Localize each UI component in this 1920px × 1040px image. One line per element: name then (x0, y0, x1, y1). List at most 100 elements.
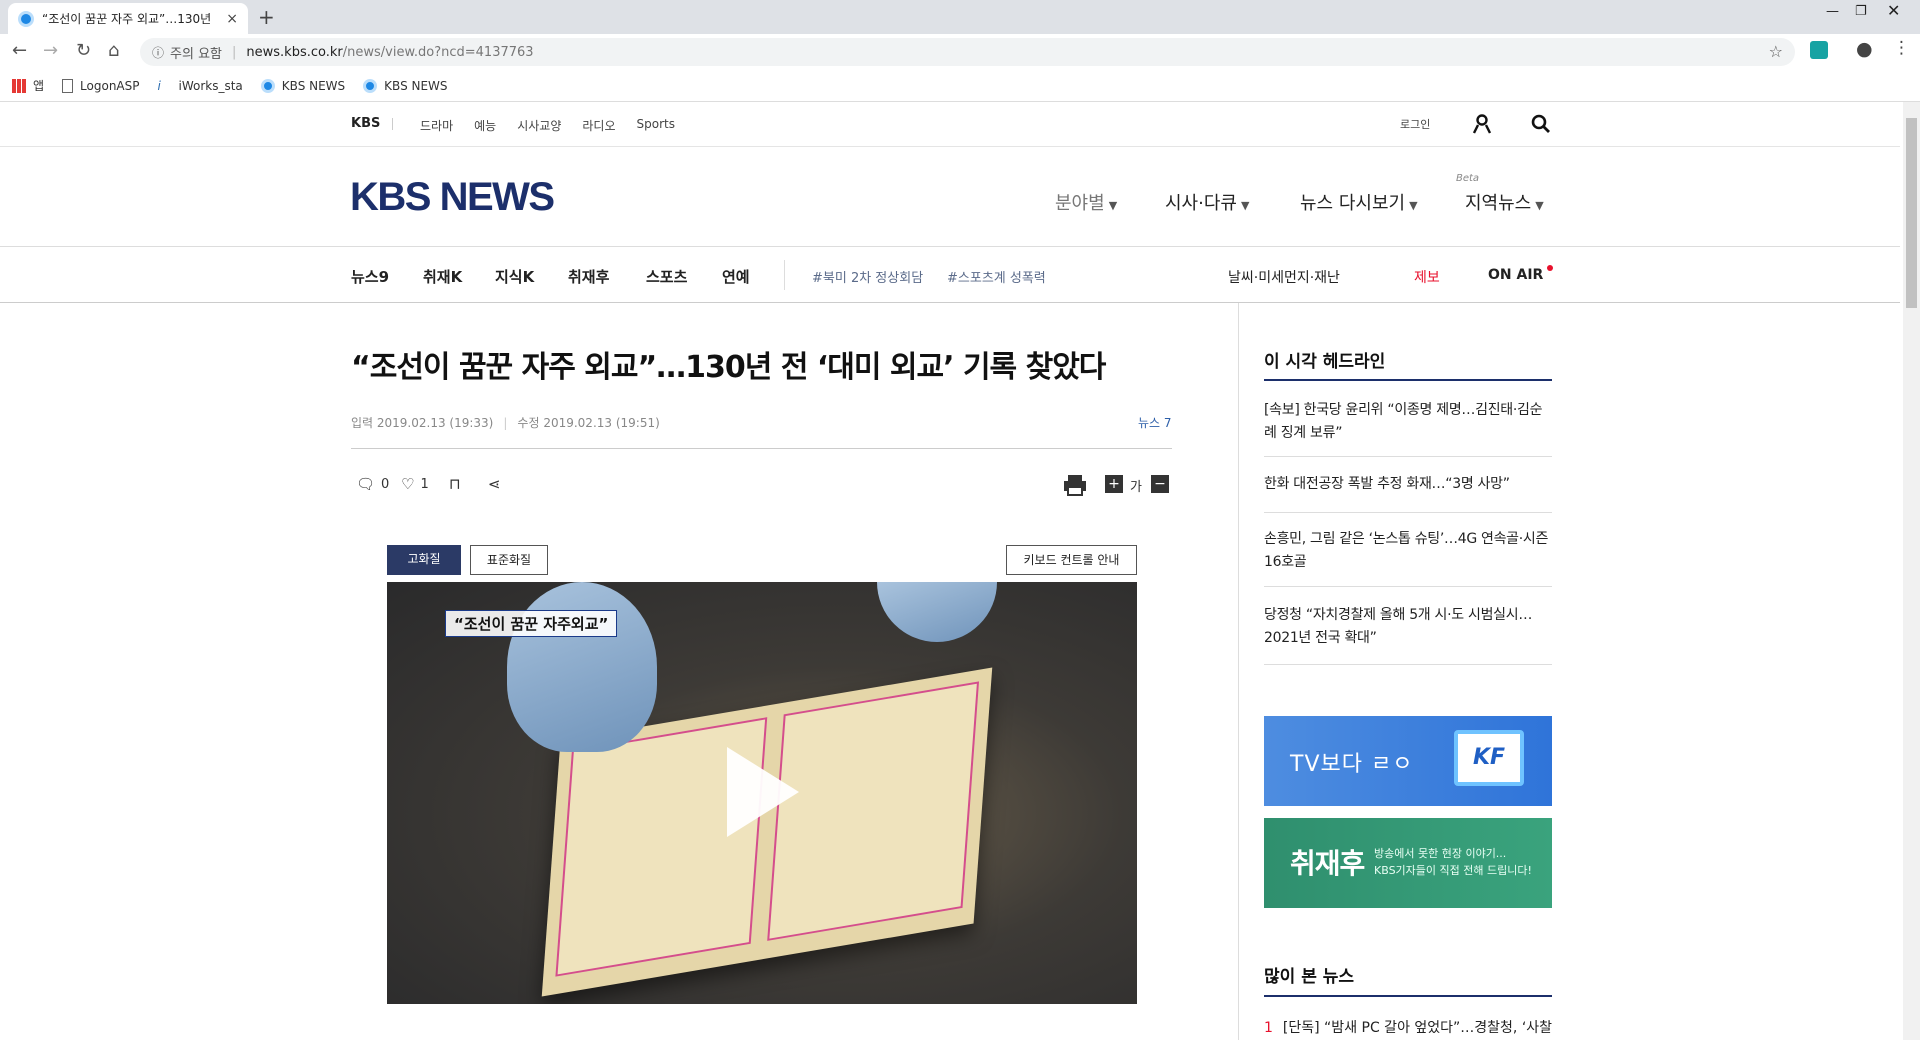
comment-button[interactable]: 🗨 0 (356, 475, 389, 493)
browser-tab[interactable]: “조선이 꿈꾼 자주 외교”…130년 × (8, 3, 248, 34)
subnav-entertainment[interactable]: 연예 (722, 266, 750, 287)
user-icon[interactable] (1472, 114, 1492, 134)
hashtag-sports-abuse[interactable]: #스포츠계 성폭력 (947, 267, 1046, 286)
link-sports[interactable]: Sports (637, 117, 675, 134)
nav-news-replay[interactable]: 뉴스 다시보기 ▼ (1300, 189, 1418, 215)
search-icon[interactable] (1531, 114, 1551, 134)
home-icon[interactable]: ⌂ (108, 40, 119, 61)
close-window-icon[interactable]: ✕ (1887, 1, 1900, 20)
subnav-news9[interactable]: 뉴스9 (351, 266, 389, 287)
kbs-news-logo[interactable]: KBS NEWS (350, 175, 555, 220)
minimize-icon[interactable]: — (1826, 4, 1839, 19)
chevron-down-icon: ▼ (1535, 199, 1544, 212)
divider (1264, 586, 1552, 587)
video-player[interactable]: “조선이 꿈꾼 자주외교” (387, 582, 1137, 1004)
comment-icon: 🗨 (356, 475, 376, 493)
headline-item[interactable]: 손흥민, 그림 같은 ‘논스톱 슈팅’…4G 연속골·시즌 16호골 (1264, 528, 1552, 574)
bookmark-logonasp[interactable]: LogonASP (62, 78, 140, 93)
after-report-banner[interactable]: 취재후 방송에서 못한 현장 이야기... KBS기자들이 직접 전해 드립니다! (1264, 818, 1552, 908)
bookmark-button[interactable]: ⊓ (449, 475, 467, 493)
divider (1264, 456, 1552, 457)
banner-subtitle-line: 방송에서 못한 현장 이야기... (1374, 847, 1507, 860)
share-button[interactable]: ⋖ (488, 475, 507, 493)
address-bar[interactable]: ⓘ 주의 요함 | news.kbs.co.kr /news/view.do?n… (140, 38, 1795, 66)
nav-current-affairs[interactable]: 시사·다큐 ▼ (1165, 189, 1249, 215)
subnav-reporting-k[interactable]: 취재K (423, 266, 462, 287)
headline-item[interactable]: 당정청 “자치경찰제 올해 5개 시·도 시범실시…2021년 전국 확대” (1264, 604, 1552, 650)
menu-icon[interactable]: ⋮ (1893, 38, 1910, 58)
bookmark-label: KBS NEWS (384, 78, 448, 93)
nav-local-news[interactable]: 지역뉴스 ▼ (1465, 189, 1544, 215)
bookmark-kbs-news-2[interactable]: KBS NEWS (363, 78, 448, 93)
bookmark-icon: ⊓ (449, 475, 461, 493)
forward-icon[interactable]: → (43, 40, 58, 61)
sub-navigation: 뉴스9 취재K 지식K 취재후 스포츠 연예 #북미 2차 정상회담 #스포츠계… (0, 247, 1900, 303)
subnav-on-air[interactable]: ON AIR (1488, 267, 1543, 283)
browser-toolbar: ← → ↻ ⌂ ⓘ 주의 요함 | news.kbs.co.kr /news/v… (0, 34, 1920, 70)
subnav-knowledge-k[interactable]: 지식K (495, 266, 534, 287)
date-divider: | (503, 416, 508, 430)
article-headline: “조선이 꿈꾼 자주 외교”…130년 전 ‘대미 외교’ 기록 찾았다 (351, 350, 1106, 385)
link-radio[interactable]: 라디오 (582, 117, 615, 134)
url-path: /news/view.do?ncd=4137763 (342, 44, 534, 60)
nav-label: 지역뉴스 (1465, 193, 1532, 214)
sidebar-divider (1238, 303, 1239, 1040)
subnav-weather[interactable]: 날씨·미세먼지·재난 (1228, 267, 1340, 287)
subnav-after-report[interactable]: 취재후 (568, 266, 609, 287)
chevron-down-icon: ▼ (1108, 199, 1118, 212)
link-current-affairs[interactable]: 시사교양 (517, 117, 561, 134)
heart-icon: ♡ (401, 475, 415, 493)
input-date: 입력 2019.02.13 (19:33) (351, 416, 494, 430)
play-icon[interactable] (727, 747, 799, 837)
font-decrease-button[interactable]: − (1151, 475, 1169, 493)
program-link[interactable]: 뉴스 7 (1138, 414, 1172, 431)
subnav-sports[interactable]: 스포츠 (646, 266, 687, 287)
headline-item[interactable]: [속보] 한국당 윤리위 “이종명 제명…김진태·김순례 징계 보류” (1264, 399, 1552, 445)
bookmark-kbs-news-1[interactable]: KBS NEWS (260, 78, 345, 93)
info-icon[interactable]: ⓘ (152, 44, 164, 61)
security-label: 주의 요함 (170, 46, 222, 62)
reload-icon[interactable]: ↻ (76, 40, 91, 61)
extension-icon[interactable] (1810, 41, 1828, 59)
rank-number: 1 (1264, 1020, 1273, 1036)
link-entertainment[interactable]: 예능 (474, 117, 496, 134)
banner-title: 취재후 (1290, 847, 1365, 880)
bookmark-apps[interactable]: 앱 (12, 77, 44, 94)
back-icon[interactable]: ← (12, 40, 27, 61)
quality-sd-button[interactable]: 표준화질 (470, 545, 548, 575)
divider (1264, 664, 1552, 665)
banner-text: TV보다 ㄹㅇ (1290, 752, 1414, 777)
kbs-home-link[interactable]: KBS (351, 116, 380, 131)
nav-category[interactable]: 분야별 ▼ (1055, 189, 1117, 215)
apps-grid-icon (12, 78, 26, 93)
chevron-down-icon: ▼ (1240, 199, 1250, 212)
keyboard-guide-button[interactable]: 키보드 컨트롤 안내 (1006, 545, 1137, 575)
headline-section-title: 이 시각 헤드라인 (1264, 352, 1386, 372)
video-caption: “조선이 꿈꾼 자주외교” (445, 610, 618, 637)
most-read-item[interactable]: 1 [단독] “밤새 PC 갈아 엎었다”…경찰청, ‘사찰 (1264, 1017, 1554, 1037)
restore-icon[interactable]: ❐ (1855, 4, 1867, 19)
bookmark-iworks[interactable]: i iWorks_sta (158, 79, 243, 93)
subnav-tip[interactable]: 제보 (1414, 267, 1440, 287)
most-read-headline: [단독] “밤새 PC 갈아 엎었다”…경찰청, ‘사찰 (1282, 1020, 1553, 1036)
like-button[interactable]: ♡ 1 (401, 475, 429, 493)
profile-icon[interactable]: ● (1856, 38, 1873, 60)
link-drama[interactable]: 드라마 (420, 117, 453, 134)
tv-bada-banner[interactable]: TV보다 ㄹㅇ KF (1264, 716, 1552, 806)
bookmark-label: LogonASP (80, 78, 140, 93)
headline-item[interactable]: 한화 대전공장 폭발 추정 화재…“3명 사망” (1264, 473, 1552, 496)
login-link[interactable]: 로그인 (1400, 116, 1430, 132)
quality-hd-button[interactable]: 고화질 (387, 545, 461, 575)
bookmarks-bar: 앱 LogonASP i iWorks_sta KBS NEWS KBS NEW… (0, 70, 1920, 102)
hashtag-summit[interactable]: #북미 2차 정상회담 (812, 267, 923, 286)
tab-title: “조선이 꿈꾼 자주 외교”…130년 (42, 12, 212, 26)
site-header: KBS NEWS Beta 분야별 ▼ 시사·다큐 ▼ 뉴스 다시보기 ▼ 지역뉴스 ▼ (0, 147, 1900, 247)
scrollbar-thumb[interactable] (1906, 118, 1917, 308)
divider (392, 118, 393, 130)
new-tab-button[interactable]: + (258, 5, 275, 29)
bookmark-star-icon[interactable]: ☆ (1769, 42, 1783, 61)
font-increase-button[interactable]: + (1105, 475, 1123, 493)
address-separator: | (232, 44, 237, 60)
close-tab-icon[interactable]: × (226, 11, 238, 27)
print-icon[interactable] (1063, 474, 1087, 496)
